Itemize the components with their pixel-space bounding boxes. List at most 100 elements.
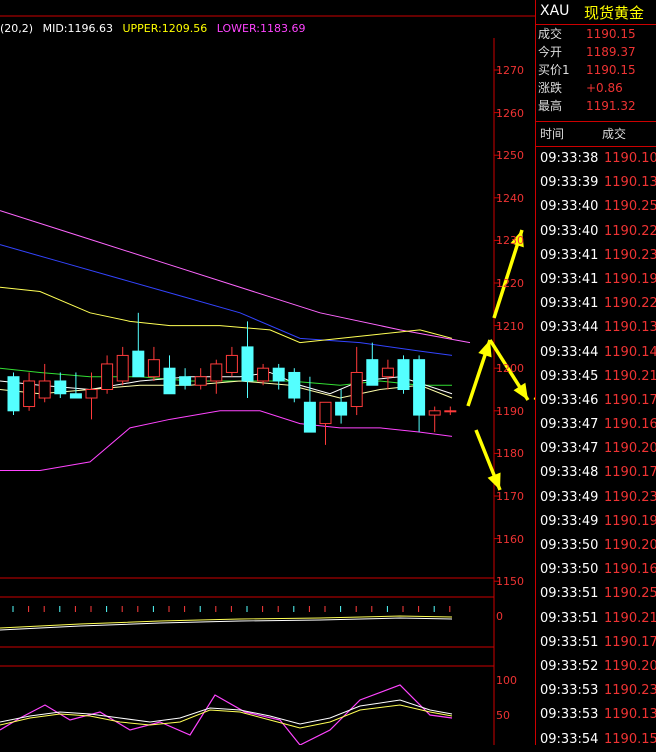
tick-time: 09:33:41 — [540, 296, 599, 312]
tick-row[interactable]: 09:33:53 1190.23 — [536, 679, 656, 703]
tick-row[interactable]: 09:33:38 1190.10 — [536, 147, 656, 171]
tick-price: 1190.22 — [604, 223, 656, 239]
tick-time: 09:33:40 — [540, 199, 599, 215]
tick-row[interactable]: 09:33:54 1190.15 — [536, 728, 656, 752]
candle-body — [413, 359, 426, 416]
tick-price: 1190.25 — [604, 586, 656, 602]
quote-value: 1190.15 — [586, 63, 636, 77]
tick-price: 1190.21 — [604, 610, 656, 626]
instrument-title: XAU 现货黄金 — [536, 0, 656, 25]
candle-body — [23, 380, 36, 408]
price-axis-label: 1170 — [496, 490, 524, 503]
tick-row[interactable]: 09:33:44 1190.14 — [536, 341, 656, 365]
bollinger-legend: (20,2) MID:1196.63 UPPER:1209.56 LOWER:1… — [0, 22, 312, 36]
tick-time: 09:33:47 — [540, 441, 599, 457]
tick-row[interactable]: 09:33:41 1190.19 — [536, 268, 656, 292]
tick-row[interactable]: 09:33:49 1190.23 — [536, 486, 656, 510]
price-chart-canvas[interactable] — [0, 0, 535, 745]
quote-value: 1189.37 — [586, 45, 636, 59]
price-axis-label: 1220 — [496, 277, 524, 290]
tick-price: 1190.23 — [604, 489, 656, 505]
tick-row[interactable]: 09:33:41 1190.23 — [536, 244, 656, 268]
tick-price: 1190.19 — [604, 513, 656, 529]
tick-price: 1190.14 — [604, 344, 656, 360]
volume-axis-label: 0 — [496, 610, 503, 623]
tick-time: 09:33:51 — [540, 610, 599, 626]
indicator-d-line — [0, 704, 453, 729]
candle-body — [210, 363, 223, 382]
legend-mid: MID:1196.63 — [42, 22, 113, 35]
candle-body — [319, 401, 332, 425]
candle-body — [288, 371, 301, 399]
candle-body — [397, 359, 410, 390]
tick-time: 09:33:38 — [540, 151, 599, 166]
tick-row[interactable]: 09:33:47 1190.16 — [536, 413, 656, 437]
tick-price: 1190.23 — [604, 683, 656, 699]
candle-body — [179, 376, 192, 386]
tick-row[interactable]: 09:33:44 1190.13 — [536, 316, 656, 340]
tick-row[interactable]: 09:33:51 1190.21 — [536, 607, 656, 631]
bollinger-lower-line — [0, 410, 453, 471]
quote-row: 今开 1189.37 — [536, 43, 656, 61]
quote-row: 涨跌 +0.86 — [536, 79, 656, 97]
tick-time: 09:33:44 — [540, 344, 599, 360]
tick-row[interactable]: 09:33:50 1190.20 — [536, 534, 656, 558]
indicator-j-line — [0, 699, 453, 725]
quote-row: 最高 1191.32 — [536, 97, 656, 115]
legend-params: (20,2) — [0, 22, 34, 35]
tick-row[interactable]: 09:33:53 1190.13 — [536, 703, 656, 727]
candle-body — [241, 346, 254, 382]
candle-body — [381, 367, 394, 378]
quote-label: 买价1 — [538, 63, 570, 77]
tick-price: 1190.22 — [604, 296, 656, 312]
tick-row[interactable]: 09:33:50 1190.16 — [536, 558, 656, 582]
price-axis-label: 1270 — [496, 64, 524, 77]
tick-row[interactable]: 09:33:39 1190.13 — [536, 171, 656, 195]
tick-time: 09:33:40 — [540, 223, 599, 239]
tick-time: 09:33:46 — [540, 392, 599, 408]
price-axis-label: 1260 — [496, 106, 524, 120]
tick-price: 1190.13 — [604, 707, 656, 723]
tick-list[interactable]: 09:33:38 1190.10 09:33:39 1190.13 09:33:40 11… — [536, 147, 656, 752]
tick-row[interactable]: 09:33:45 1190.21 — [536, 365, 656, 389]
tick-time: 09:33:41 — [540, 271, 599, 287]
tick-time: 09:33:50 — [540, 562, 599, 578]
tick-time: 09:33:54 — [540, 731, 599, 747]
candle-body — [272, 367, 285, 382]
ma-short-line — [0, 380, 453, 399]
price-axis-label: 1200 — [496, 362, 524, 376]
candle-body — [366, 359, 379, 386]
tick-price: 1190.13 — [604, 320, 656, 336]
tick-row[interactable]: 09:33:40 1190.22 — [536, 220, 656, 244]
candle-body — [163, 367, 176, 395]
price-axis-label: 1230 — [496, 234, 524, 248]
tick-row[interactable]: 09:33:40 1190.25 — [536, 195, 656, 219]
quote-label: 最高 — [538, 99, 563, 113]
instrument-name: 现货黄金 — [584, 4, 645, 22]
tick-time: 09:33:39 — [540, 175, 599, 191]
legend-upper: UPPER:1209.56 — [122, 22, 208, 35]
tick-row[interactable]: 09:33:47 1190.20 — [536, 437, 656, 461]
candle-body — [194, 376, 207, 386]
tick-row[interactable]: 09:33:51 1190.25 — [536, 582, 656, 606]
candle-body — [335, 401, 348, 416]
tick-row[interactable]: 09:33:46 1190.17 — [536, 389, 656, 413]
tick-price: 1190.10 — [604, 151, 656, 166]
tick-row[interactable]: 09:33:48 1190.17 — [536, 461, 656, 485]
candle-body — [54, 380, 67, 395]
tick-row[interactable]: 09:33:49 1190.19 — [536, 510, 656, 534]
tick-time: 09:33:45 — [540, 368, 599, 384]
tick-row[interactable]: 09:33:41 1190.22 — [536, 292, 656, 316]
tick-row[interactable]: 09:33:51 1190.17 — [536, 631, 656, 655]
price-axis-label: 1210 — [496, 319, 524, 333]
tick-price: 1190.16 — [604, 417, 656, 433]
candle-body — [257, 367, 270, 382]
tick-time: 09:33:50 — [540, 538, 599, 553]
tick-time: 09:33:53 — [540, 707, 599, 723]
price-axis-label: 1250 — [496, 149, 524, 163]
quote-panel: XAU 现货黄金 成交 1190.15 今开 1189.37 买价1 1190.15 涨跌 +… — [535, 0, 656, 747]
tick-price: 1190.19 — [604, 271, 656, 287]
candle-body — [69, 393, 82, 399]
tick-price: 1190.16 — [604, 562, 656, 578]
tick-row[interactable]: 09:33:52 1190.20 — [536, 655, 656, 679]
